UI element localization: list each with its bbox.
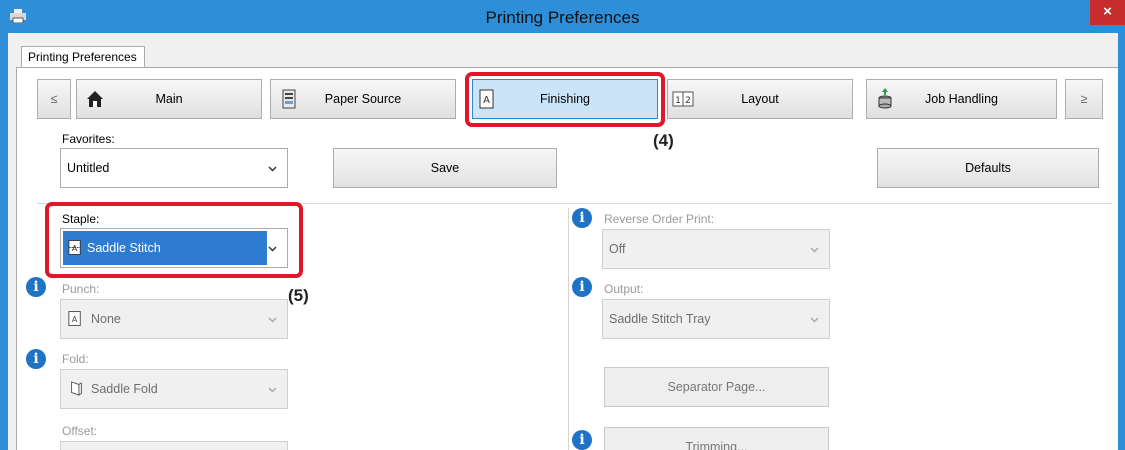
output-select[interactable]: Saddle Stitch Tray bbox=[602, 299, 830, 339]
offset-label: Offset: bbox=[62, 424, 98, 438]
defaults-button[interactable]: Defaults bbox=[877, 148, 1099, 188]
info-icon[interactable]: i bbox=[572, 430, 592, 450]
favorites-select[interactable]: Untitled bbox=[60, 148, 288, 188]
category-paper-source-label: Paper Source bbox=[324, 92, 402, 106]
reverse-order-label: Reverse Order Print: bbox=[604, 212, 715, 226]
fold-label: Fold: bbox=[62, 352, 89, 366]
category-layout[interactable]: 1 2 Layout bbox=[667, 79, 853, 119]
info-icon[interactable]: i bbox=[26, 277, 46, 297]
reverse-order-value: Off bbox=[609, 242, 626, 256]
next-label: ≥ bbox=[1080, 92, 1088, 106]
page-a-icon: A bbox=[68, 311, 81, 326]
info-icon[interactable]: i bbox=[572, 208, 592, 228]
category-paper-source[interactable]: Paper Source bbox=[270, 79, 456, 119]
window-title: Printing Preferences bbox=[485, 8, 640, 27]
category-main[interactable]: Main bbox=[76, 79, 262, 119]
category-next-button[interactable]: ≥ bbox=[1065, 79, 1103, 119]
callout-5: (5) bbox=[288, 286, 309, 305]
tab-printing-preferences[interactable]: Printing Preferences bbox=[21, 46, 145, 68]
category-prev-button[interactable]: ≤ bbox=[37, 79, 71, 119]
save-button[interactable]: Save bbox=[333, 148, 557, 188]
highlight-staple bbox=[45, 202, 303, 278]
highlight-finishing bbox=[465, 72, 665, 127]
punch-select[interactable]: A None bbox=[60, 299, 288, 339]
info-icon[interactable]: i bbox=[572, 277, 592, 297]
favorites-label: Favorites: bbox=[62, 132, 115, 146]
chevron-down-icon bbox=[268, 166, 277, 172]
category-main-label: Main bbox=[155, 92, 183, 106]
chevron-down-icon bbox=[810, 247, 819, 253]
trimming-button[interactable]: Trimming... bbox=[604, 427, 829, 450]
close-button[interactable]: × bbox=[1090, 0, 1125, 25]
category-job-handling[interactable]: Job Handling bbox=[866, 79, 1057, 119]
punch-value: None bbox=[91, 312, 121, 326]
chevron-down-icon bbox=[810, 317, 819, 323]
svg-text:A: A bbox=[72, 315, 78, 324]
fold-value: Saddle Fold bbox=[91, 382, 158, 396]
output-label: Output: bbox=[604, 282, 644, 296]
column-divider bbox=[568, 208, 569, 450]
output-value: Saddle Stitch Tray bbox=[609, 312, 711, 326]
separator-page-button[interactable]: Separator Page... bbox=[604, 367, 829, 407]
punch-label: Punch: bbox=[62, 282, 100, 296]
category-job-handling-label: Job Handling bbox=[925, 92, 998, 106]
chevron-down-icon bbox=[268, 387, 277, 393]
callout-4: (4) bbox=[653, 131, 674, 150]
chevron-down-icon bbox=[268, 317, 277, 323]
info-icon[interactable]: i bbox=[26, 349, 46, 369]
fold-select[interactable]: Saddle Fold bbox=[60, 369, 288, 409]
prev-label: ≤ bbox=[50, 92, 58, 106]
title-bar: Printing Preferences × bbox=[0, 0, 1125, 33]
favorites-value: Untitled bbox=[67, 161, 110, 175]
offset-select[interactable] bbox=[60, 441, 288, 450]
reverse-order-select[interactable]: Off bbox=[602, 229, 830, 269]
fold-icon bbox=[71, 381, 82, 396]
category-layout-label: Layout bbox=[741, 92, 779, 106]
